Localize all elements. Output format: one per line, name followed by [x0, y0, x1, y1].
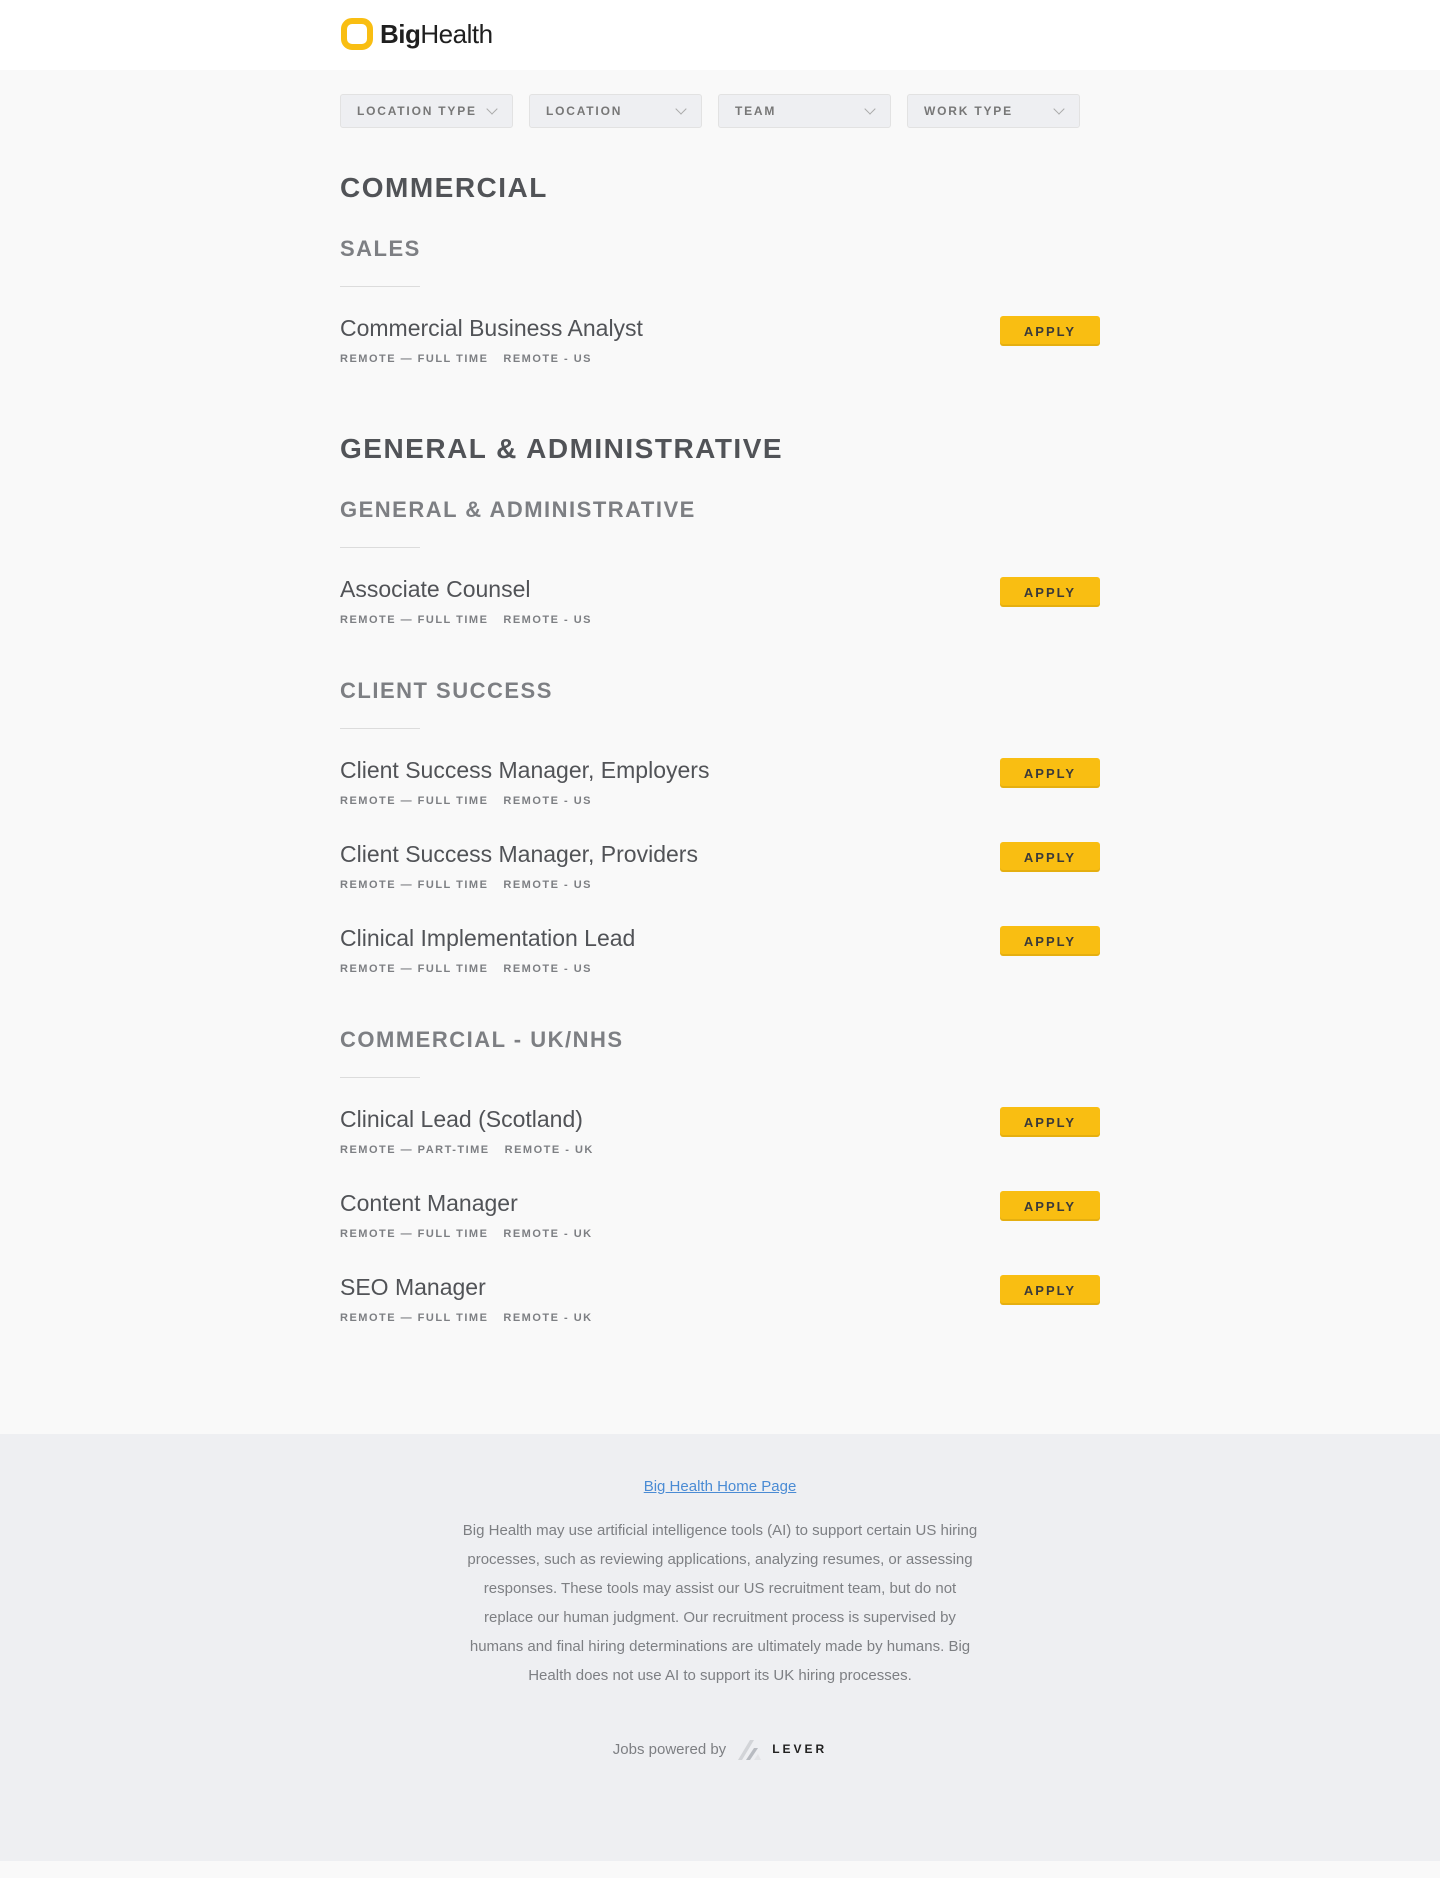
posting-row: Client Success Manager, Employers REMOTE…: [340, 757, 1100, 841]
posting-categories: REMOTE — FULL TIME REMOTE - US: [340, 963, 635, 975]
team-divider: [340, 286, 420, 287]
chevron-down-icon: [675, 103, 687, 115]
apply-button[interactable]: APPLY: [1000, 1107, 1100, 1137]
posting-title-link[interactable]: Commercial Business Analyst: [340, 315, 643, 343]
department-title: COMMERCIAL: [340, 172, 548, 203]
department-title: GENERAL & ADMINISTRATIVE: [340, 433, 784, 464]
posting-location: REMOTE - US: [503, 613, 593, 626]
apply-button[interactable]: APPLY: [1000, 926, 1100, 956]
posting-location: REMOTE - US: [503, 794, 593, 807]
posting-location: REMOTE - US: [503, 878, 593, 891]
posting-row: Commercial Business Analyst REMOTE — FUL…: [340, 315, 1100, 399]
posting-title-link[interactable]: Clinical Implementation Lead: [340, 925, 635, 953]
posting-commitment: REMOTE — FULL TIME: [340, 1227, 489, 1240]
posting-categories: REMOTE — FULL TIME REMOTE - US: [340, 795, 709, 807]
big-health-logo[interactable]: BigHealth: [340, 17, 493, 51]
posting-location: REMOTE - UK: [503, 1311, 593, 1324]
filter-label: LOCATION: [546, 104, 623, 118]
powered-by: Jobs powered by LEVER: [0, 1736, 1440, 1762]
apply-button[interactable]: APPLY: [1000, 577, 1100, 607]
posting-commitment: REMOTE — FULL TIME: [340, 794, 489, 807]
posting-row: Clinical Implementation Lead REMOTE — FU…: [340, 925, 1100, 1009]
team-divider: [340, 728, 420, 729]
posting-title-link[interactable]: Client Success Manager, Providers: [340, 841, 698, 869]
posting-categories: REMOTE — PART-TIME REMOTE - UK: [340, 1144, 594, 1156]
apply-button[interactable]: APPLY: [1000, 842, 1100, 872]
posting-categories: REMOTE — FULL TIME REMOTE - US: [340, 879, 698, 891]
posting-title-link[interactable]: SEO Manager: [340, 1274, 593, 1302]
filter-team[interactable]: TEAM: [718, 94, 891, 128]
filter-label: LOCATION TYPE: [357, 104, 477, 118]
apply-button[interactable]: APPLY: [1000, 316, 1100, 346]
posting-title-link[interactable]: Associate Counsel: [340, 576, 592, 604]
posting-commitment: REMOTE — FULL TIME: [340, 962, 489, 975]
lever-wordmark: LEVER: [772, 1742, 828, 1756]
logo-wordmark: BigHealth: [380, 18, 493, 49]
team-title: CLIENT SUCCESS: [340, 678, 553, 703]
apply-button[interactable]: APPLY: [1000, 1275, 1100, 1305]
posting-title-link[interactable]: Client Success Manager, Employers: [340, 757, 709, 785]
posting-row: Client Success Manager, Providers REMOTE…: [340, 841, 1100, 925]
posting-row: Content Manager REMOTE — FULL TIME REMOT…: [340, 1190, 1100, 1274]
posting-location: REMOTE - US: [503, 962, 593, 975]
posting-commitment: REMOTE — FULL TIME: [340, 1311, 489, 1324]
apply-button[interactable]: APPLY: [1000, 1191, 1100, 1221]
lever-logo-icon: [738, 1740, 762, 1760]
team-divider: [340, 1077, 420, 1078]
chevron-down-icon: [1053, 103, 1065, 115]
posting-commitment: REMOTE — FULL TIME: [340, 613, 489, 626]
site-header: BigHealth: [0, 0, 1440, 70]
ai-disclaimer: Big Health may use artificial intelligen…: [462, 1522, 978, 1684]
filter-location-type[interactable]: LOCATION TYPE: [340, 94, 513, 128]
site-footer: Big Health Home Page Big Health may use …: [0, 1434, 1440, 1861]
chevron-down-icon: [864, 103, 876, 115]
team-title: COMMERCIAL - UK/NHS: [340, 1027, 624, 1052]
filter-location[interactable]: LOCATION: [529, 94, 702, 128]
posting-row: SEO Manager REMOTE — FULL TIME REMOTE - …: [340, 1274, 1100, 1358]
big-health-logo-icon: [341, 18, 373, 50]
team-title: SALES: [340, 236, 421, 261]
posting-categories: REMOTE — FULL TIME REMOTE - UK: [340, 1312, 593, 1324]
posting-commitment: REMOTE — PART-TIME: [340, 1143, 490, 1156]
posting-commitment: REMOTE — FULL TIME: [340, 352, 489, 365]
postings-main: LOCATION TYPE LOCATION TEAM WORK TYPE CO…: [340, 70, 1100, 1434]
posting-location: REMOTE - UK: [504, 1143, 594, 1156]
posting-title-link[interactable]: Clinical Lead (Scotland): [340, 1106, 594, 1134]
home-page-link[interactable]: Big Health Home Page: [644, 1478, 797, 1495]
team-divider: [340, 547, 420, 548]
posting-location: REMOTE - UK: [503, 1227, 593, 1240]
team-title: GENERAL & ADMINISTRATIVE: [340, 497, 696, 522]
filter-label: TEAM: [735, 104, 777, 118]
posting-row: Associate Counsel REMOTE — FULL TIME REM…: [340, 576, 1100, 660]
posting-row: Clinical Lead (Scotland) REMOTE — PART-T…: [340, 1106, 1100, 1190]
filter-work-type[interactable]: WORK TYPE: [907, 94, 1080, 128]
filter-bar: LOCATION TYPE LOCATION TEAM WORK TYPE: [340, 94, 1100, 128]
apply-button[interactable]: APPLY: [1000, 758, 1100, 788]
posting-categories: REMOTE — FULL TIME REMOTE - UK: [340, 1228, 593, 1240]
posting-location: REMOTE - US: [503, 352, 593, 365]
posting-title-link[interactable]: Content Manager: [340, 1190, 593, 1218]
lever-logo-link[interactable]: LEVER: [736, 1736, 827, 1762]
posting-categories: REMOTE — FULL TIME REMOTE - US: [340, 614, 592, 626]
posting-commitment: REMOTE — FULL TIME: [340, 878, 489, 891]
chevron-down-icon: [486, 103, 498, 115]
powered-by-label: Jobs powered by: [612, 1740, 727, 1758]
filter-label: WORK TYPE: [924, 104, 1013, 118]
posting-categories: REMOTE — FULL TIME REMOTE - US: [340, 353, 643, 365]
